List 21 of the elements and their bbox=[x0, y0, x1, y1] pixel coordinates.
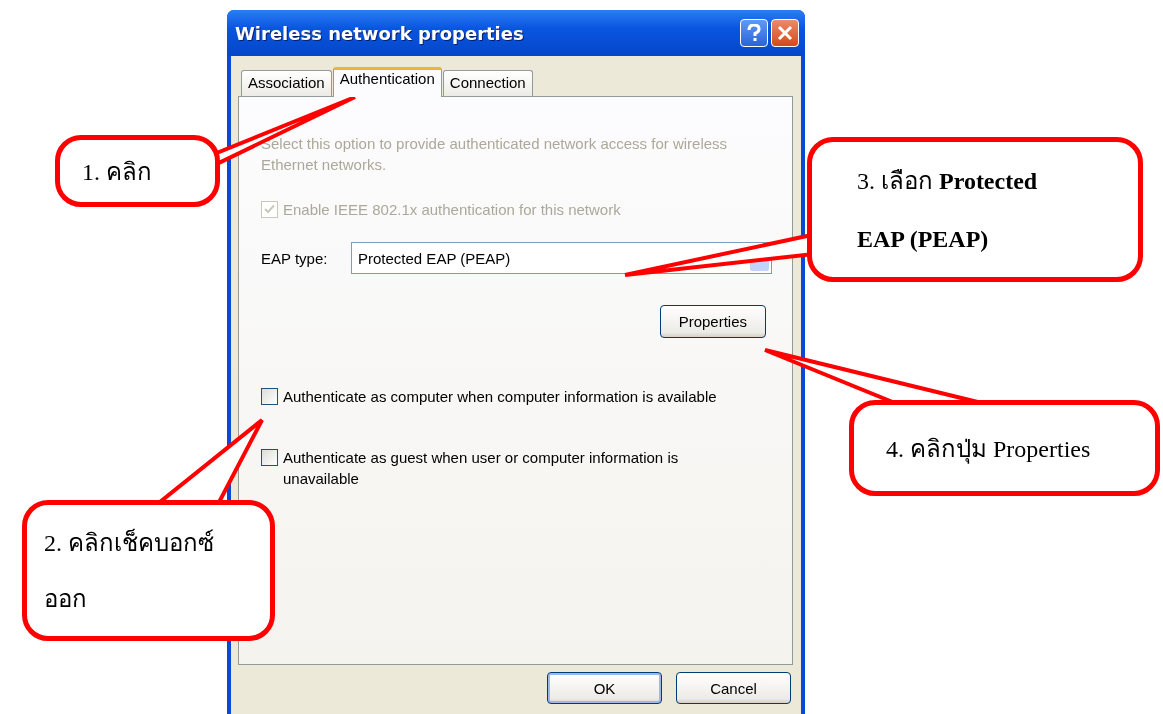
cancel-button[interactable]: Cancel bbox=[676, 672, 791, 704]
checkbox[interactable] bbox=[261, 388, 278, 405]
tab[interactable]: Association bbox=[241, 70, 332, 96]
callout-text: 3. เลือก Protected EAP (PEAP) bbox=[857, 166, 1039, 254]
checkbox[interactable] bbox=[261, 449, 278, 466]
close-icon bbox=[777, 25, 793, 41]
help-icon bbox=[746, 24, 762, 42]
help-button[interactable] bbox=[740, 19, 768, 47]
callout-text: 4. คลิกปุ่ม Properties bbox=[886, 434, 1091, 466]
checkbox-label: Authenticate as guest when user or computer information is unavailable bbox=[283, 448, 680, 489]
window-title: Wireless network properties bbox=[235, 22, 525, 44]
callout-text: 1. คลิก bbox=[82, 157, 152, 187]
field-label: EAP type: bbox=[261, 249, 329, 267]
close-button[interactable] bbox=[771, 19, 799, 47]
tab[interactable]: Connection bbox=[442, 70, 533, 96]
callout-text: 2. คลิกเช็คบอกซ์ ออก bbox=[44, 527, 215, 614]
ok-button[interactable]: OK bbox=[547, 672, 662, 704]
tab[interactable]: Authentication bbox=[332, 67, 442, 97]
properties-button[interactable]: Properties bbox=[659, 305, 766, 338]
checkbox-label: Enable IEEE 802.1x authentication for this network bbox=[283, 200, 621, 220]
checkbox-label: Authenticate as computer when computer information is available bbox=[283, 387, 717, 407]
